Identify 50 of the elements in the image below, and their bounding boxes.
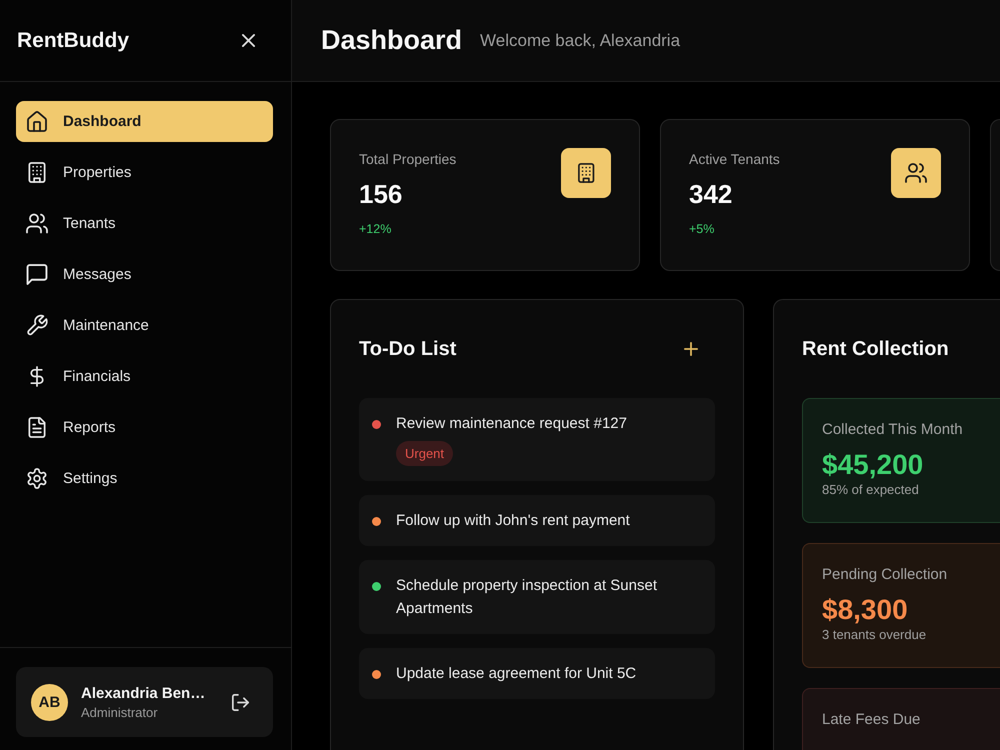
- page-title: Dashboard: [321, 25, 462, 56]
- panel-title: Rent Collection: [802, 338, 949, 360]
- rent-amount: $8,300: [822, 593, 909, 627]
- todo-text: Schedule property inspection at Sunset Apartments: [396, 576, 658, 619]
- stat-label: Total Properties: [359, 150, 456, 169]
- stat-label: Active Tenants: [689, 150, 780, 169]
- add-icon[interactable]: [684, 342, 698, 356]
- nav-item[interactable]: Messages: [16, 254, 273, 295]
- rent-note: 85% of expected: [822, 482, 920, 497]
- todo-item[interactable]: Update lease agreement for Unit 5C: [359, 648, 715, 699]
- stat-value: 342: [689, 178, 734, 210]
- todo-text: Follow up with John's rent payment: [396, 511, 630, 531]
- nav-item[interactable]: Financials: [16, 356, 273, 397]
- building-tile-icon: [561, 148, 611, 198]
- rent-label: Late Fees Due: [822, 710, 922, 730]
- home-icon: [26, 111, 48, 132]
- user-avatar: AB: [31, 684, 68, 720]
- building-icon: [26, 162, 48, 183]
- rent-label: Pending Collection: [822, 565, 948, 585]
- todo-item[interactable]: Schedule property inspection at Sunset Apartments: [359, 560, 715, 634]
- nav-item[interactable]: Tenants: [16, 203, 273, 244]
- stat-value: 156: [359, 178, 404, 210]
- rent-note: 3 tenants overdue: [822, 627, 928, 642]
- priority-tag: Urgent: [396, 441, 454, 466]
- users-tile-icon: [891, 148, 941, 198]
- welcome-text: Welcome back, Alexandria: [480, 30, 680, 50]
- logout-icon[interactable]: [232, 694, 249, 710]
- user-name: Alexandria Ben…: [81, 684, 206, 702]
- panel-title: To-Do List: [359, 338, 456, 360]
- todo-text: Review maintenance request #127: [396, 414, 627, 434]
- rent-label: Collected This Month: [822, 420, 964, 440]
- user-role: Administrator: [81, 704, 159, 720]
- rent-amount: $45,200: [822, 448, 924, 482]
- stat-change: +12%: [359, 222, 392, 236]
- nav-item[interactable]: Settings: [16, 458, 273, 499]
- todo-text: Update lease agreement for Unit 5C: [396, 664, 636, 684]
- brand-name: RentBuddy: [17, 28, 129, 52]
- todo-item[interactable]: Follow up with John's rent payment: [359, 495, 715, 546]
- todo-item[interactable]: Review maintenance request #127 Urgent: [359, 398, 715, 481]
- nav-item[interactable]: Maintenance: [16, 305, 273, 346]
- wrench-icon: [26, 315, 48, 336]
- stat-change: +5%: [689, 222, 716, 236]
- close-icon[interactable]: [242, 34, 255, 47]
- document-icon: [26, 417, 48, 438]
- users-icon: [26, 213, 48, 234]
- nav-item[interactable]: Dashboard: [16, 101, 273, 142]
- nav-item[interactable]: Properties: [16, 152, 273, 193]
- settings-icon: [26, 468, 48, 489]
- nav-item[interactable]: Reports: [16, 407, 273, 448]
- chat-bubble-icon: [26, 264, 48, 285]
